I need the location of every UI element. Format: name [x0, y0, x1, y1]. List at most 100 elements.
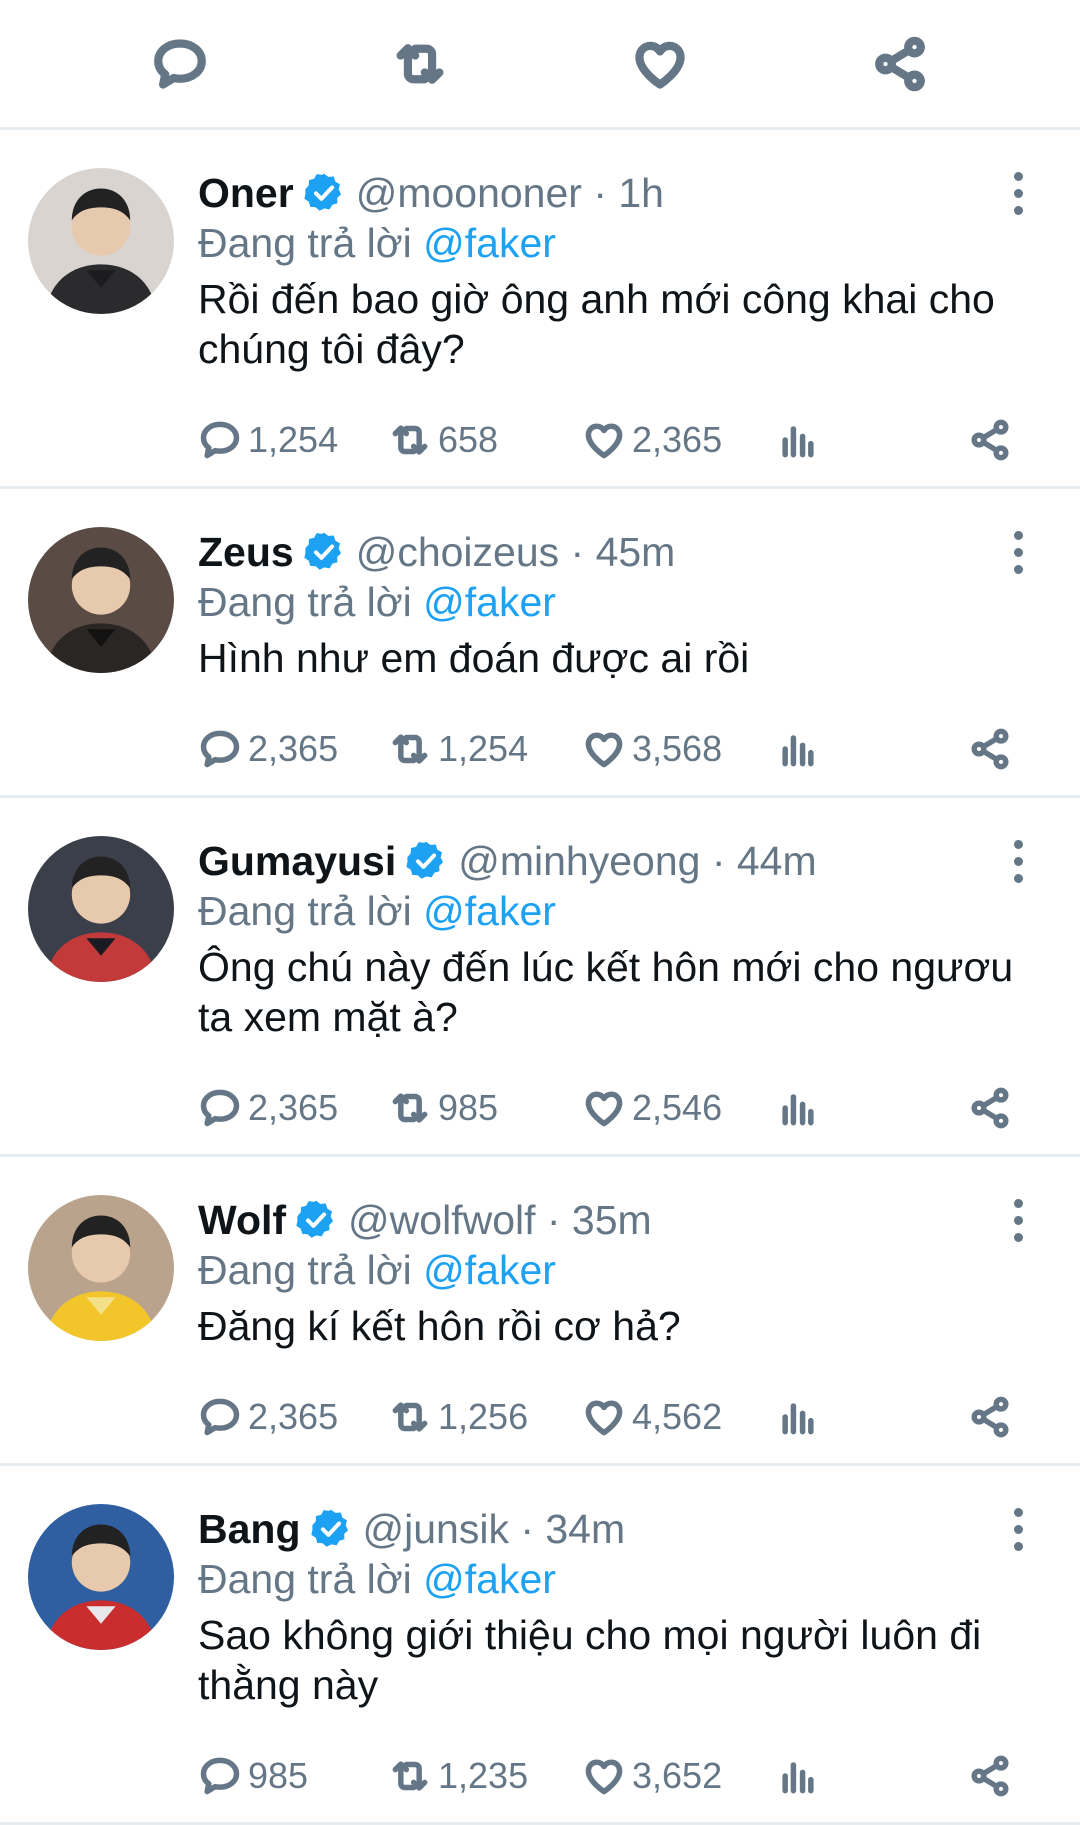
tweet-header: Zeus @choizeus · 45m [198, 527, 1020, 577]
avatar[interactable] [28, 527, 174, 673]
like-icon[interactable] [630, 34, 690, 94]
retweet-button[interactable]: 1,256 [388, 1371, 528, 1463]
reply-count: 2,365 [248, 728, 339, 769]
reply-icon [200, 421, 240, 459]
retweet-count: 1,256 [438, 1396, 529, 1437]
display-name[interactable]: Wolf [198, 1195, 286, 1245]
like-button[interactable]: 4,562 [582, 1371, 722, 1463]
reply-button[interactable]: 1,254 [198, 394, 338, 486]
reply-button[interactable]: 2,365 [198, 703, 338, 795]
display-name[interactable]: Bang [198, 1504, 301, 1554]
display-name[interactable]: Oner [198, 168, 294, 218]
handle-and-time[interactable]: @moononer · 1h [356, 168, 664, 218]
retweet-button[interactable]: 1,235 [388, 1730, 528, 1822]
share-button[interactable] [968, 1062, 1012, 1154]
avatar[interactable] [28, 1195, 174, 1341]
verified-badge-icon [404, 839, 448, 883]
reply-icon [200, 1089, 240, 1127]
more-options-icon[interactable] [1008, 1508, 1028, 1552]
retweet-count: 985 [438, 1087, 499, 1128]
analytics-button[interactable] [776, 1730, 820, 1822]
like-button[interactable]: 3,652 [582, 1730, 722, 1822]
retweet-button[interactable]: 985 [388, 1062, 498, 1154]
tweet[interactable]: Bang @junsik · 34m Đang trả lời @faker S… [0, 1466, 1080, 1825]
tweet[interactable]: Gumayusi @minhyeong · 44m Đang trả lời @… [0, 798, 1080, 1157]
share-icon[interactable] [870, 34, 930, 94]
mention-link[interactable]: @faker [423, 579, 556, 625]
share-icon [971, 419, 1009, 461]
share-button[interactable] [968, 703, 1012, 795]
analytics-button[interactable] [776, 703, 820, 795]
retweet-button[interactable]: 658 [388, 394, 498, 486]
share-button[interactable] [968, 394, 1012, 486]
replying-prefix: Đang trả lời [198, 888, 424, 934]
top-action-bar [0, 0, 1080, 130]
mention-link[interactable]: @faker [423, 1247, 556, 1293]
tweet-text: Rồi đến bao giờ ông anh mới công khai ch… [198, 276, 995, 372]
reply-list: Oner @moononer · 1h Đang trả lời @faker … [0, 130, 1080, 1825]
analytics-icon [782, 1403, 814, 1435]
like-button[interactable]: 2,365 [582, 394, 722, 486]
replying-to: Đang trả lời @faker [198, 1554, 1020, 1604]
retweet-icon [392, 734, 428, 764]
share-icon [971, 728, 1009, 770]
more-options-icon[interactable] [1008, 840, 1028, 884]
analytics-icon [782, 1762, 814, 1794]
like-icon [585, 1759, 623, 1795]
tweet-text: Sao không giới thiệu cho mọi người luôn … [198, 1612, 982, 1708]
handle-and-time[interactable]: @choizeus · 45m [356, 527, 676, 577]
like-count: 3,568 [632, 728, 723, 769]
handle-and-time[interactable]: @wolfwolf · 35m [348, 1195, 652, 1245]
replying-to: Đang trả lời @faker [198, 218, 1020, 268]
display-name[interactable]: Zeus [198, 527, 294, 577]
tweet-text: Hình như em đoán được ai rồi [198, 635, 750, 681]
analytics-icon [782, 735, 814, 767]
reply-icon [200, 1757, 240, 1795]
tweet[interactable]: Zeus @choizeus · 45m Đang trả lời @faker… [0, 489, 1080, 798]
like-count: 4,562 [632, 1396, 723, 1437]
tweet-actions: 2,365 1,254 3,568 [198, 703, 1020, 795]
reply-button[interactable]: 985 [198, 1730, 308, 1822]
more-options-icon[interactable] [1008, 172, 1028, 216]
retweet-icon [392, 1093, 428, 1123]
reply-button[interactable]: 2,365 [198, 1062, 338, 1154]
tweet[interactable]: Wolf @wolfwolf · 35m Đang trả lời @faker… [0, 1157, 1080, 1466]
share-button[interactable] [968, 1371, 1012, 1463]
analytics-button[interactable] [776, 1062, 820, 1154]
retweet-icon[interactable] [390, 34, 450, 94]
mention-link[interactable]: @faker [423, 1556, 556, 1602]
replying-prefix: Đang trả lời [198, 579, 424, 625]
tweet-header: Gumayusi @minhyeong · 44m [198, 836, 1020, 886]
mention-link[interactable]: @faker [423, 220, 556, 266]
reply-count: 985 [248, 1755, 309, 1796]
avatar[interactable] [28, 168, 174, 314]
reply-icon[interactable] [150, 34, 210, 94]
like-button[interactable]: 2,546 [582, 1062, 722, 1154]
analytics-button[interactable] [776, 394, 820, 486]
replying-to: Đang trả lời @faker [198, 1245, 1020, 1295]
like-icon [585, 732, 623, 768]
share-button[interactable] [968, 1730, 1012, 1822]
more-options-icon[interactable] [1008, 1199, 1028, 1243]
tweet-text: Đăng kí kết hôn rồi cơ hả? [198, 1303, 681, 1349]
retweet-button[interactable]: 1,254 [388, 703, 528, 795]
avatar[interactable] [28, 836, 174, 982]
more-options-icon[interactable] [1008, 531, 1028, 575]
tweet-text: Ông chú này đến lúc kết hôn mới cho ngươ… [198, 944, 1014, 1040]
reply-icon [200, 730, 240, 768]
mention-link[interactable]: @faker [423, 888, 556, 934]
tweet[interactable]: Oner @moononer · 1h Đang trả lời @faker … [0, 130, 1080, 489]
replying-to: Đang trả lời @faker [198, 577, 1020, 627]
share-icon [971, 1396, 1009, 1438]
like-button[interactable]: 3,568 [582, 703, 722, 795]
display-name[interactable]: Gumayusi [198, 836, 396, 886]
tweet-actions: 985 1,235 3,652 [198, 1730, 1020, 1822]
tweet-actions: 2,365 1,256 4,562 [198, 1371, 1020, 1463]
like-count: 2,365 [632, 419, 723, 460]
avatar[interactable] [28, 1504, 174, 1650]
reply-count: 1,254 [248, 419, 339, 460]
analytics-button[interactable] [776, 1371, 820, 1463]
reply-button[interactable]: 2,365 [198, 1371, 338, 1463]
handle-and-time[interactable]: @minhyeong · 44m [458, 836, 816, 886]
handle-and-time[interactable]: @junsik · 34m [363, 1504, 626, 1554]
